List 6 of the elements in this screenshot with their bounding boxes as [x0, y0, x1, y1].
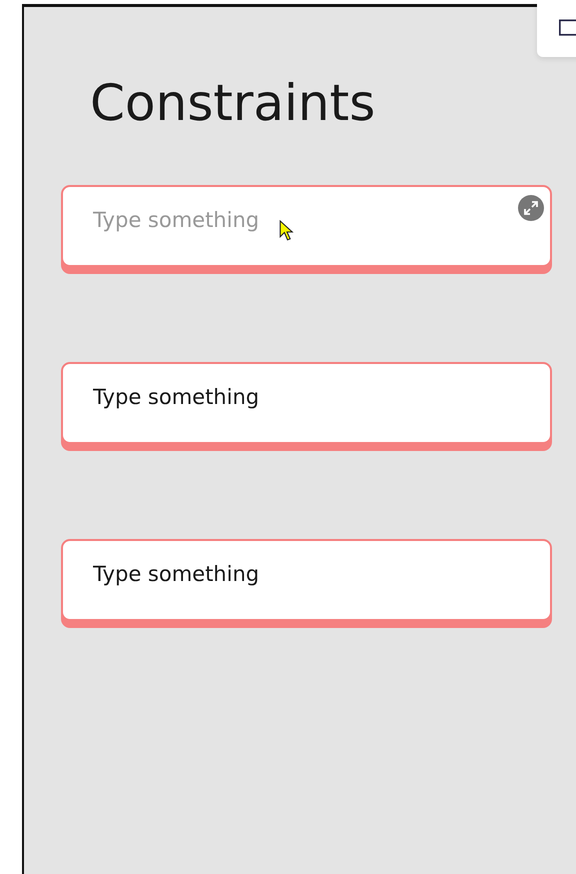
input-field[interactable]: Type something: [61, 362, 552, 444]
page-title: Constraints: [90, 73, 376, 133]
expand-icon[interactable]: [518, 195, 544, 221]
input-field[interactable]: Type something: [61, 539, 552, 621]
mouse-pointer-icon: [279, 220, 294, 243]
input-field[interactable]: Type something: [61, 185, 552, 267]
